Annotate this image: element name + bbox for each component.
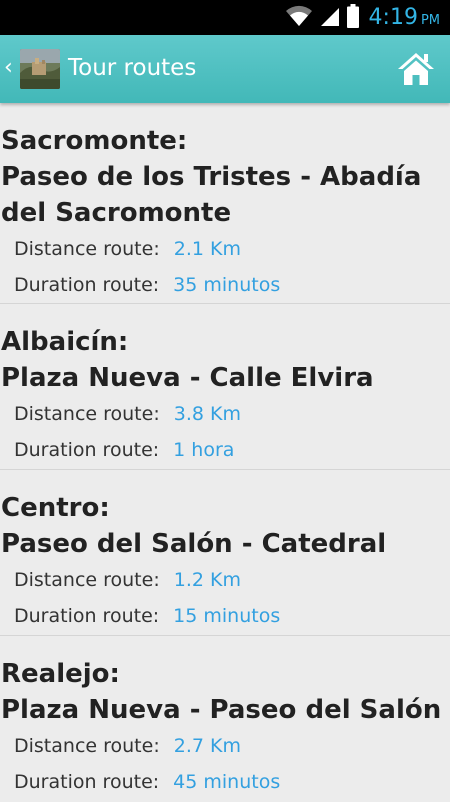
page-title: Tour routes [68, 55, 197, 81]
distance-label: Distance route: [14, 403, 160, 425]
duration-value: 35 minutos [173, 274, 281, 296]
distance-row: Distance route: 2.7 Km [0, 728, 450, 764]
distance-row: Distance route: 3.8 Km [0, 396, 450, 432]
route-item[interactable]: Albaicín: Plaza Nueva - Calle Elvira Dis… [0, 304, 450, 470]
app-logo[interactable] [20, 49, 60, 89]
duration-row: Duration route: 15 minutos [0, 598, 450, 634]
routes-list: Sacromonte: Paseo de los Tristes - Abadí… [0, 103, 450, 802]
route-path: Plaza Nueva - Calle Elvira [1, 363, 374, 393]
battery-icon [346, 3, 359, 32]
home-icon [398, 53, 434, 85]
route-area: Centro: [1, 493, 110, 523]
status-icons: 4:19 PM [285, 3, 440, 32]
duration-label: Duration route: [14, 439, 160, 461]
up-chevron-icon[interactable]: ‹ [4, 57, 13, 79]
distance-row: Distance route: 2.1 Km [0, 231, 450, 267]
distance-value: 2.1 Km [173, 238, 241, 260]
route-item[interactable]: Centro: Paseo del Salón - Catedral Dista… [0, 470, 450, 636]
duration-row: Duration route: 35 minutos [0, 267, 450, 303]
action-bar: ‹ Tour routes [0, 35, 450, 103]
duration-label: Duration route: [14, 771, 160, 793]
route-path: Paseo del Salón - Catedral [1, 529, 387, 559]
duration-label: Duration route: [14, 274, 160, 296]
route-item[interactable]: Sacromonte: Paseo de los Tristes - Abadí… [0, 103, 450, 304]
duration-row: Duration route: 45 minutos [0, 764, 450, 800]
route-path: Plaza Nueva - Paseo del Salón [1, 695, 442, 725]
signal-icon [319, 5, 341, 31]
duration-value: 1 hora [173, 439, 235, 461]
route-area: Sacromonte: [1, 126, 188, 156]
duration-label: Duration route: [14, 605, 160, 627]
route-path: Paseo de los Tristes - Abadía del Sacrom… [1, 162, 422, 228]
duration-row: Duration route: 1 hora [0, 432, 450, 468]
duration-value: 15 minutos [173, 605, 281, 627]
route-item[interactable]: Realejo: Plaza Nueva - Paseo del Salón D… [0, 636, 450, 802]
clock-time: 4:19 [368, 5, 418, 30]
route-area: Realejo: [1, 659, 120, 689]
distance-label: Distance route: [14, 735, 160, 757]
distance-value: 2.7 Km [173, 735, 241, 757]
duration-value: 45 minutos [173, 771, 281, 793]
distance-value: 1.2 Km [173, 569, 241, 591]
wifi-icon [285, 5, 313, 31]
distance-value: 3.8 Km [173, 403, 241, 425]
status-bar: 4:19 PM [0, 0, 450, 35]
distance-row: Distance route: 1.2 Km [0, 562, 450, 598]
distance-label: Distance route: [14, 569, 160, 591]
distance-label: Distance route: [14, 238, 160, 260]
route-area: Albaicín: [1, 327, 129, 357]
clock-ampm: PM [420, 13, 440, 28]
home-button[interactable] [396, 49, 436, 89]
